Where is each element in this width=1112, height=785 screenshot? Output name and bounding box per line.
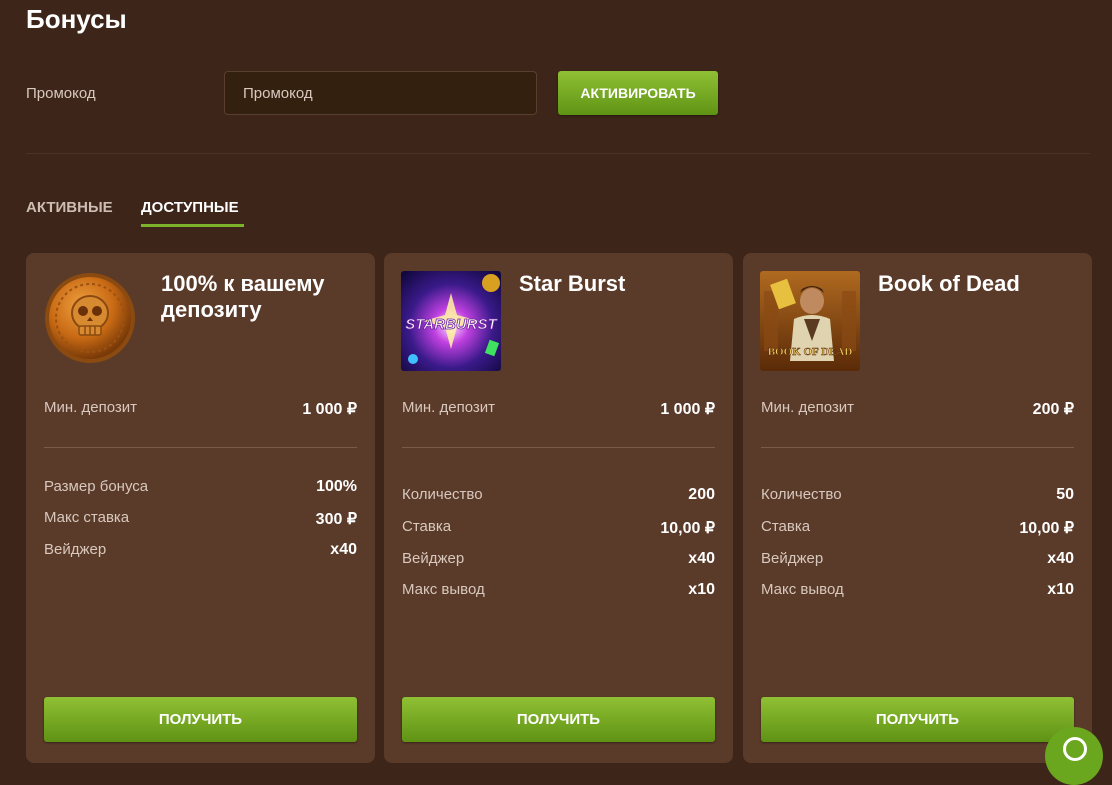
bonus-card: STARBURST Star Burst Мин. депозит 1 000 … <box>384 253 733 763</box>
card-divider <box>761 447 1074 448</box>
detail-row: Количество 200 <box>402 486 715 506</box>
row-value: 50 <box>1056 486 1074 503</box>
row-label: Макс ставка <box>44 509 130 526</box>
row-value: x40 <box>1047 550 1074 567</box>
skull-coin-icon <box>43 271 143 371</box>
starburst-logo-text: STARBURST <box>405 316 498 333</box>
starburst-logo: STARBURST <box>401 271 501 371</box>
detail-row: Макс вывод x10 <box>761 581 1074 601</box>
row-label: Количество <box>402 486 483 503</box>
row-label: Макс вывод <box>761 581 844 598</box>
row-label: Размер бонуса <box>44 478 149 495</box>
row-label: Мин. депозит <box>402 399 496 416</box>
get-bonus-button[interactable]: ПОЛУЧИТЬ <box>761 697 1074 742</box>
get-bonus-button[interactable]: ПОЛУЧИТЬ <box>44 697 357 742</box>
row-value: 100% <box>316 478 357 495</box>
row-value: 300 ₽ <box>315 511 357 528</box>
card-title: Star Burst <box>519 271 626 296</box>
row-value: 200 ₽ <box>1032 401 1074 418</box>
detail-row: Ставка 10,00 ₽ <box>761 518 1074 538</box>
bonus-card: 100% к вашему депозиту Мин. депозит 1 00… <box>26 253 375 763</box>
detail-row: Количество 50 <box>761 486 1074 506</box>
book-of-dead-logo: BOOK OF DEAD <box>760 271 860 371</box>
promo-input[interactable] <box>224 71 537 115</box>
row-value: x10 <box>688 581 715 598</box>
detail-row: Ставка 10,00 ₽ <box>402 518 715 538</box>
activate-button[interactable]: АКТИВИРОВАТЬ <box>558 71 718 115</box>
tab-underline <box>141 224 244 227</box>
row-label: Мин. депозит <box>44 399 138 416</box>
get-bonus-button[interactable]: ПОЛУЧИТЬ <box>402 697 715 742</box>
row-label: Вейджер <box>402 550 465 567</box>
promo-label: Промокод <box>26 85 96 102</box>
row-value: 1 000 ₽ <box>660 401 715 418</box>
chat-help-icon[interactable] <box>1045 727 1103 785</box>
bonus-card: BOOK OF DEAD Book of Dead Мин. депозит 2… <box>743 253 1092 763</box>
card-title: Book of Dead <box>878 271 1020 296</box>
row-label: Мин. депозит <box>761 399 855 416</box>
row-label: Вейджер <box>761 550 824 567</box>
divider <box>26 153 1090 154</box>
min-deposit-row: Мин. депозит 1 000 ₽ <box>402 399 715 419</box>
tab-available[interactable]: ДОСТУПНЫЕ <box>141 199 239 216</box>
row-label: Количество <box>761 486 842 503</box>
min-deposit-row: Мин. депозит 200 ₽ <box>761 399 1074 419</box>
card-divider <box>402 447 715 448</box>
detail-row: Вейджер x40 <box>761 550 1074 570</box>
row-value: 1 000 ₽ <box>302 401 357 418</box>
book-of-dead-logo-text: BOOK OF DEAD <box>768 346 853 358</box>
detail-row: Вейджер x40 <box>402 550 715 570</box>
card-title: 100% к вашему депозиту <box>161 271 325 322</box>
row-label: Ставка <box>761 518 811 535</box>
row-label: Вейджер <box>44 541 107 558</box>
row-value: x40 <box>330 541 357 558</box>
card-divider <box>44 447 357 448</box>
row-label: Макс вывод <box>402 581 485 598</box>
detail-row: Макс вывод x10 <box>402 581 715 601</box>
row-label: Ставка <box>402 518 452 535</box>
row-value: 10,00 ₽ <box>660 520 715 537</box>
row-value: x10 <box>1047 581 1074 598</box>
tab-active[interactable]: АКТИВНЫЕ <box>26 199 113 216</box>
min-deposit-row: Мин. депозит 1 000 ₽ <box>44 399 357 419</box>
detail-row: Вейджер x40 <box>44 541 357 561</box>
detail-row: Размер бонуса 100% <box>44 478 357 498</box>
detail-row: Макс ставка 300 ₽ <box>44 509 357 529</box>
row-value: 200 <box>688 486 715 503</box>
row-value: x40 <box>688 550 715 567</box>
page-title: Бонусы <box>26 4 127 34</box>
row-value: 10,00 ₽ <box>1019 520 1074 537</box>
